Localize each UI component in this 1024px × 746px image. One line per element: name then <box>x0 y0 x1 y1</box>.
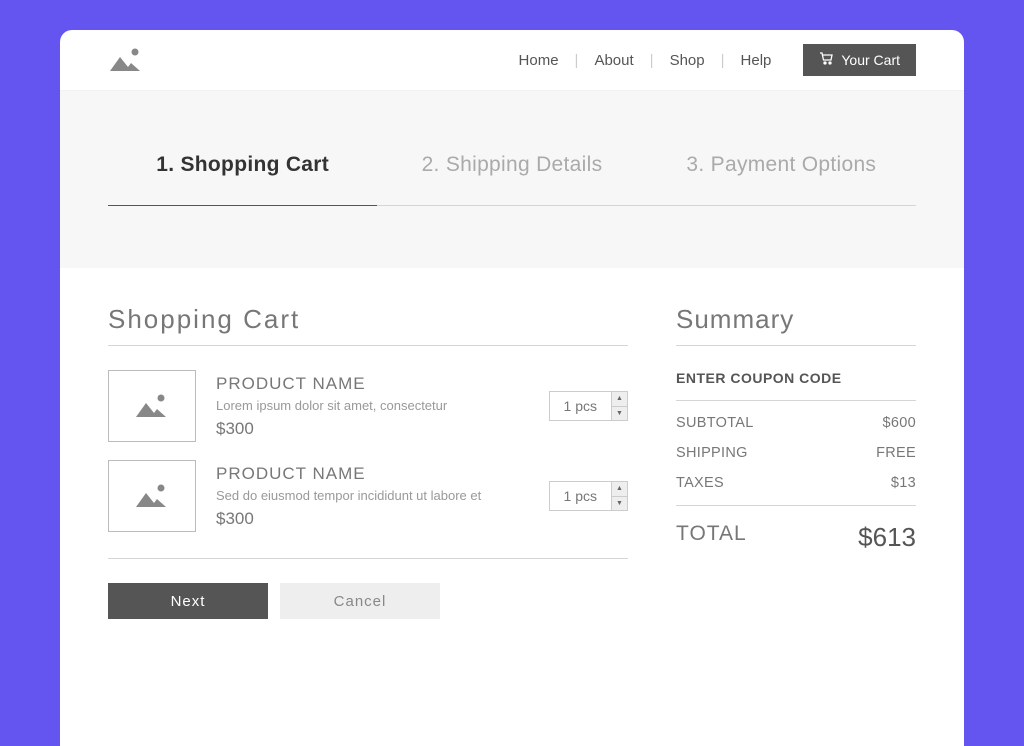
product-name: PRODUCT NAME <box>216 374 529 394</box>
divider <box>108 558 628 559</box>
cart-icon <box>819 52 833 68</box>
quantity-down-button[interactable]: ▼ <box>612 496 628 512</box>
step-payment-options[interactable]: 3. Payment Options <box>647 153 916 205</box>
quantity-stepper: 1 pcs ▲ ▼ <box>549 481 628 511</box>
summary-column: Summary ENTER COUPON CODE SUBTOTAL $600 … <box>676 304 916 619</box>
next-button[interactable]: Next <box>108 583 268 619</box>
product-info: PRODUCT NAME Lorem ipsum dolor sit amet,… <box>216 374 529 439</box>
cancel-button[interactable]: Cancel <box>280 583 440 619</box>
your-cart-button[interactable]: Your Cart <box>803 44 916 76</box>
total-label: TOTAL <box>676 522 747 553</box>
summary-shipping: SHIPPING FREE <box>676 445 916 461</box>
step-shipping-details[interactable]: 2. Shipping Details <box>377 153 646 205</box>
total-value: $613 <box>858 522 916 553</box>
shipping-label: SHIPPING <box>676 445 748 461</box>
quantity-stepper: 1 pcs ▲ ▼ <box>549 391 628 421</box>
taxes-value: $13 <box>891 475 916 491</box>
your-cart-label: Your Cart <box>841 52 900 68</box>
product-image-placeholder <box>108 370 196 442</box>
summary-title: Summary <box>676 304 916 346</box>
logo-icon <box>108 47 144 73</box>
checkout-steps: 1. Shopping Cart 2. Shipping Details 3. … <box>60 91 964 268</box>
header: Home | About | Shop | Help Your Cart <box>60 30 964 91</box>
subtotal-value: $600 <box>883 415 916 431</box>
quantity-value[interactable]: 1 pcs <box>549 391 612 421</box>
quantity-up-button[interactable]: ▲ <box>612 481 628 496</box>
nav-home[interactable]: Home <box>503 52 575 69</box>
product-price: $300 <box>216 509 529 529</box>
app-window: Home | About | Shop | Help Your Cart <box>60 30 964 746</box>
content: Shopping Cart PRODUCT NAME Lorem ipsum d… <box>60 268 964 655</box>
product-image-placeholder <box>108 460 196 532</box>
product-name: PRODUCT NAME <box>216 464 529 484</box>
product-info: PRODUCT NAME Sed do eiusmod tempor incid… <box>216 464 529 529</box>
product-price: $300 <box>216 419 529 439</box>
coupon-code-input[interactable]: ENTER COUPON CODE <box>676 370 916 401</box>
nav-shop[interactable]: Shop <box>654 52 721 69</box>
nav-about[interactable]: About <box>578 52 649 69</box>
subtotal-label: SUBTOTAL <box>676 415 754 431</box>
nav-help[interactable]: Help <box>725 52 788 69</box>
button-row: Next Cancel <box>108 583 628 619</box>
summary-subtotal: SUBTOTAL $600 <box>676 415 916 431</box>
nav: Home | About | Shop | Help Your Cart <box>503 44 916 76</box>
cart-item: PRODUCT NAME Lorem ipsum dolor sit amet,… <box>108 370 628 460</box>
summary-taxes: TAXES $13 <box>676 475 916 491</box>
step-shopping-cart[interactable]: 1. Shopping Cart <box>108 153 377 206</box>
product-description: Lorem ipsum dolor sit amet, consectetur <box>216 398 529 413</box>
cart-title: Shopping Cart <box>108 304 628 346</box>
cart-item: PRODUCT NAME Sed do eiusmod tempor incid… <box>108 460 628 550</box>
quantity-down-button[interactable]: ▼ <box>612 406 628 422</box>
shipping-value: FREE <box>876 445 916 461</box>
quantity-value[interactable]: 1 pcs <box>549 481 612 511</box>
quantity-up-button[interactable]: ▲ <box>612 391 628 406</box>
taxes-label: TAXES <box>676 475 724 491</box>
summary-total: TOTAL $613 <box>676 505 916 553</box>
cart-column: Shopping Cart PRODUCT NAME Lorem ipsum d… <box>108 304 628 619</box>
product-description: Sed do eiusmod tempor incididunt ut labo… <box>216 488 529 503</box>
